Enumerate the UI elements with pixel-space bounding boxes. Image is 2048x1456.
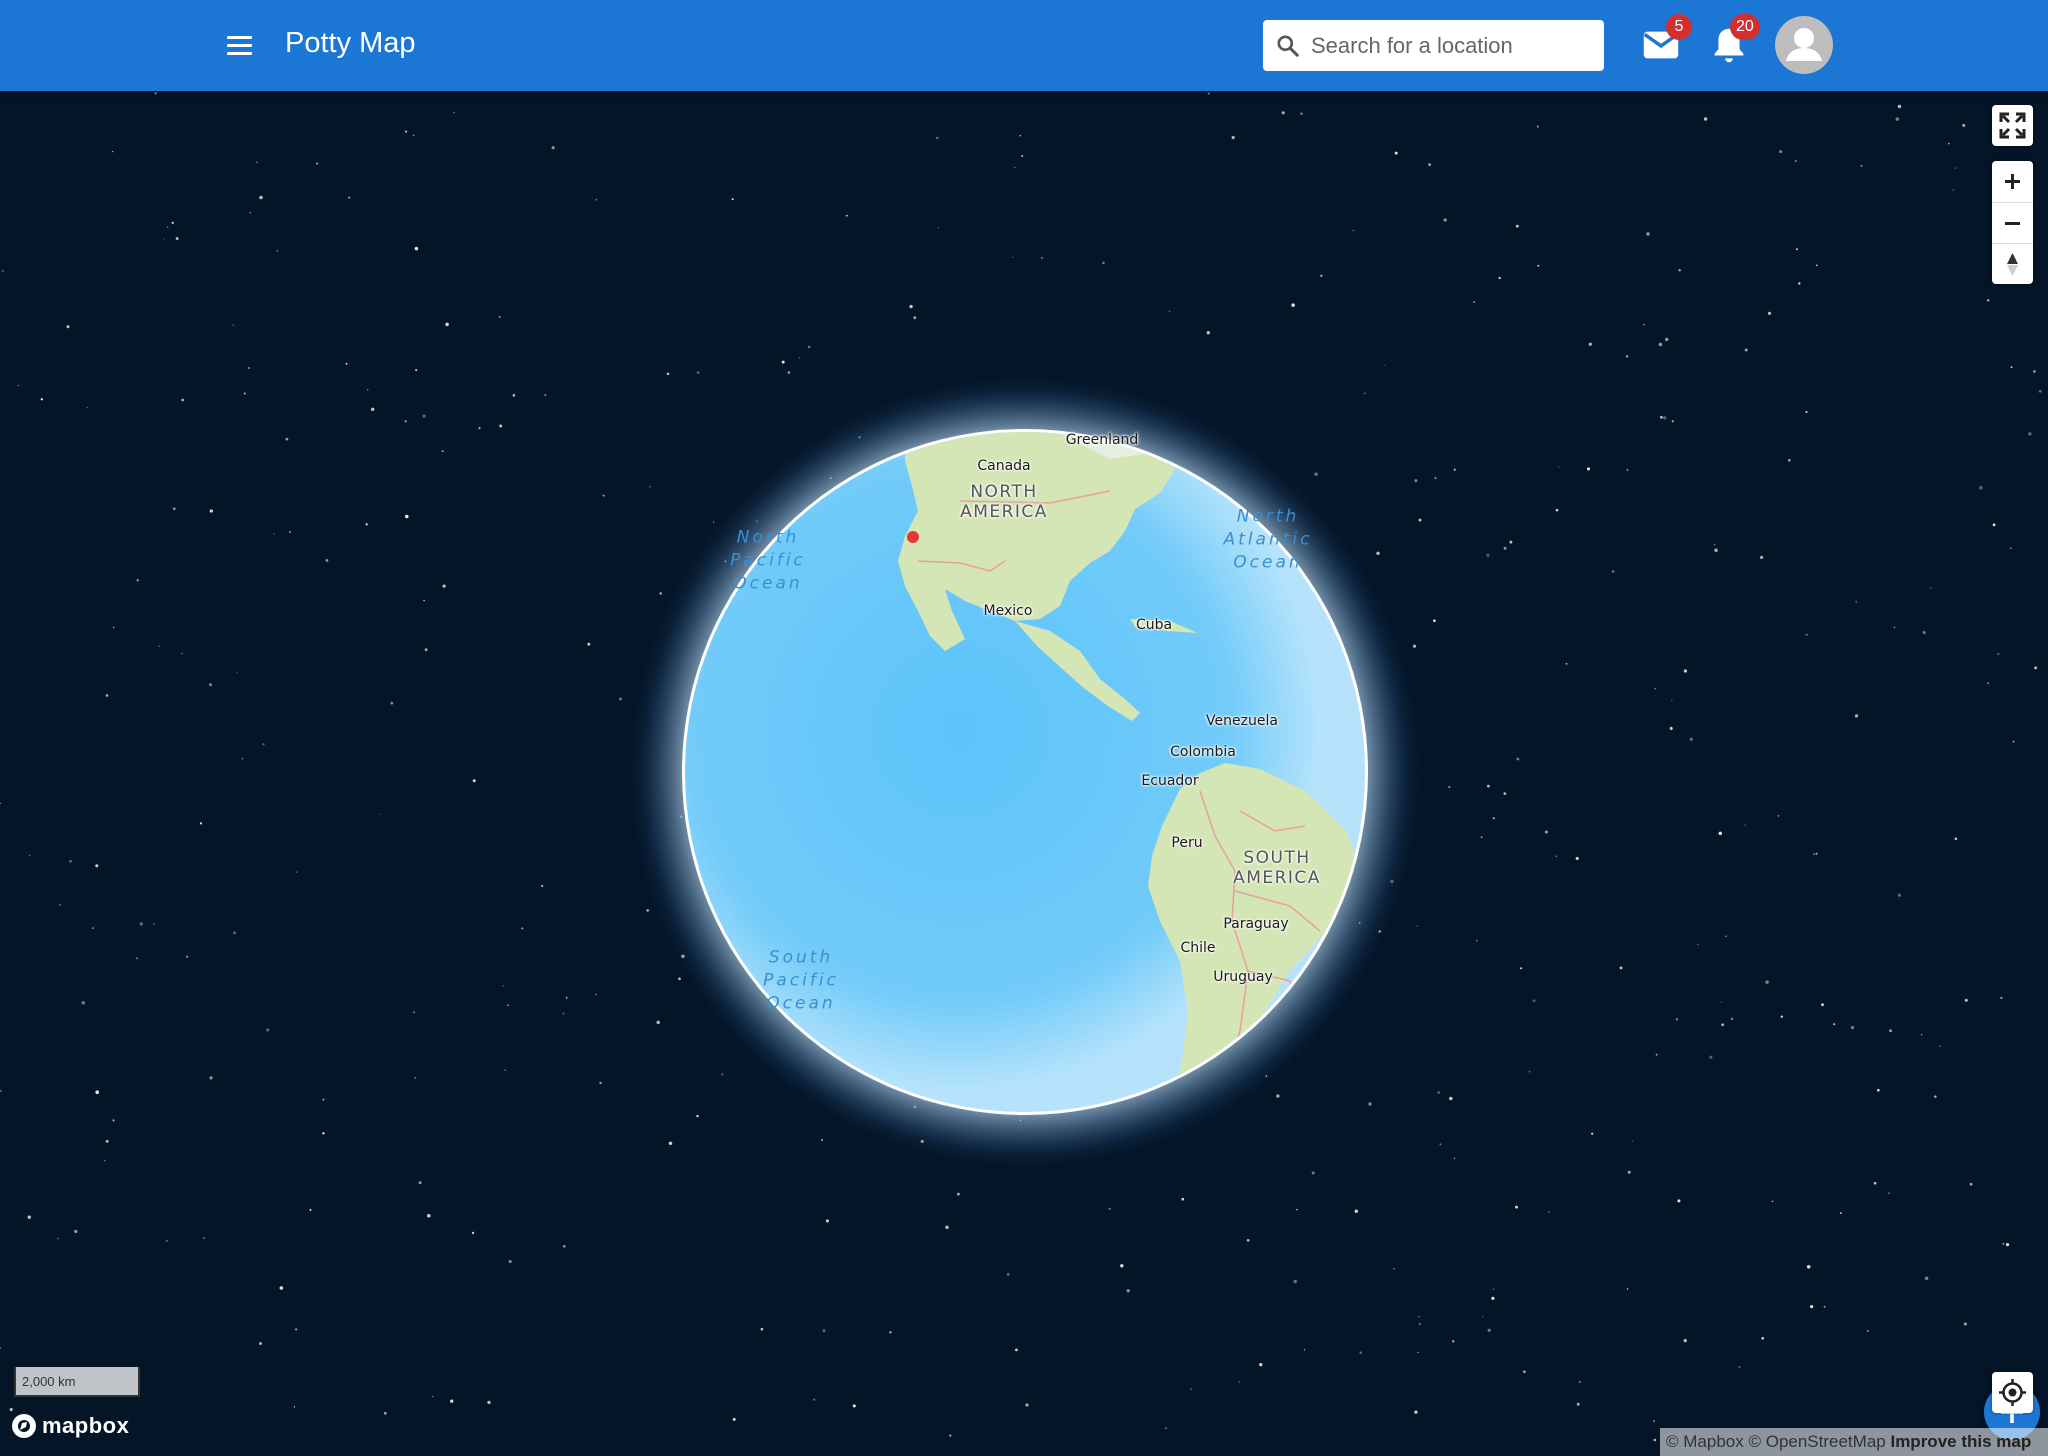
minus-icon (2005, 222, 2020, 225)
label-canada: Canada (977, 458, 1031, 474)
fullscreen-control (1992, 105, 2033, 146)
geolocate-control (1992, 1372, 2033, 1413)
label-north-america: NORTH AMERICA (960, 482, 1048, 522)
account-icon (1786, 28, 1822, 61)
mail-button[interactable]: 5 (1638, 14, 1692, 68)
notifications-badge: 20 (1730, 14, 1760, 40)
mapbox-logo-icon (12, 1414, 36, 1438)
compass-icon (2007, 253, 2018, 276)
label-cuba: Cuba (1135, 617, 1173, 633)
mail-badge: 5 (1666, 14, 1692, 40)
label-peru: Peru (1171, 835, 1203, 851)
label-north-pacific-ocean: North Pacific Ocean (730, 527, 806, 594)
mapbox-logo-text: mapbox (42, 1413, 130, 1438)
label-chile: Chile (1180, 940, 1216, 956)
label-uruguay: Uruguay (1213, 969, 1273, 985)
menu-icon-line (227, 52, 252, 55)
label-mexico: Mexico (983, 603, 1033, 619)
app-bar: Potty Map 5 20 (0, 0, 2048, 91)
geolocate-button[interactable] (1992, 1372, 2033, 1413)
fullscreen-icon (1999, 112, 2026, 139)
label-south-pacific-ocean: South Pacific Ocean (763, 947, 839, 1014)
osm-attribution-link[interactable]: © OpenStreetMap (1748, 1432, 1885, 1451)
zoom-in-button[interactable] (1992, 161, 2033, 202)
avatar[interactable] (1775, 16, 1833, 74)
improve-map-link[interactable]: Improve this map (1890, 1432, 2031, 1451)
plus-icon (2005, 174, 2020, 189)
label-ecuador: Ecuador (1141, 773, 1199, 789)
label-south-america: SOUTH AMERICA (1233, 848, 1321, 888)
attribution-bar: © Mapbox © OpenStreetMap Improve this ma… (1660, 1428, 2048, 1456)
notifications-button[interactable]: 20 (1706, 14, 1760, 68)
zoom-out-button[interactable] (1992, 202, 2033, 243)
mapbox-logo[interactable]: mapbox (10, 1411, 129, 1441)
menu-icon-line (227, 44, 252, 47)
search-input[interactable] (1311, 20, 1596, 71)
label-north-atlantic-ocean: North Atlantic Ocean (1223, 506, 1313, 573)
locate-icon (1999, 1379, 2026, 1406)
search-box[interactable] (1263, 20, 1604, 71)
label-greenland: Greenland (1065, 432, 1139, 448)
location-marker (907, 531, 919, 543)
label-colombia: Colombia (1170, 744, 1236, 760)
mapbox-attribution-link[interactable]: © Mapbox (1666, 1432, 1744, 1451)
menu-icon-line (227, 36, 252, 39)
label-paraguay: Paraguay (1223, 916, 1289, 932)
navigation-control (1992, 161, 2033, 284)
label-venezuela: Venezuela (1206, 713, 1278, 729)
compass-button[interactable] (1992, 243, 2033, 284)
scale-bar: 2,000 km (14, 1367, 140, 1397)
app-title: Potty Map (285, 27, 416, 59)
menu-button[interactable] (220, 26, 258, 64)
globe (625, 372, 1425, 1172)
fullscreen-button[interactable] (1992, 105, 2033, 146)
map-canvas[interactable]: Greenland Canada NORTH AMERICA North Pac… (0, 91, 2048, 1456)
search-icon (1277, 35, 1299, 57)
